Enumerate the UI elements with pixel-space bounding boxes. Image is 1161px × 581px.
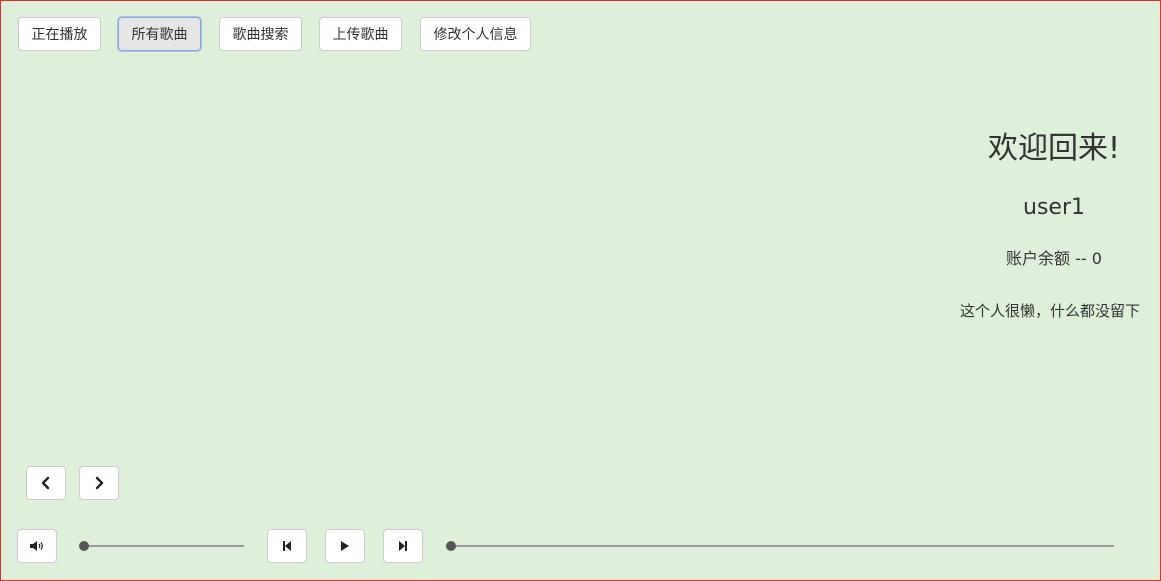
skip-next-icon: [399, 541, 407, 551]
play-button[interactable]: [325, 529, 365, 563]
skip-previous-icon: [283, 541, 291, 551]
volume-icon: [30, 541, 43, 551]
welcome-heading: 欢迎回来!: [987, 131, 1121, 166]
previous-track-button[interactable]: [267, 529, 307, 563]
volume-slider[interactable]: [79, 541, 244, 551]
page-prev-button[interactable]: [26, 466, 66, 500]
nav-song-search-button[interactable]: 歌曲搜索: [219, 17, 302, 51]
page-next-button[interactable]: [79, 466, 119, 500]
chevron-left-icon: [41, 476, 50, 490]
app-window: 正在播放 所有歌曲 歌曲搜索 上传歌曲 修改个人信息 欢迎回来! user1 账…: [0, 0, 1161, 581]
progress-slider[interactable]: [446, 541, 1114, 551]
nav-upload-song-button[interactable]: 上传歌曲: [319, 17, 402, 51]
next-track-button[interactable]: [383, 529, 423, 563]
progress-slider-thumb[interactable]: [446, 541, 456, 551]
play-icon: [341, 541, 349, 551]
account-balance: 账户余额 -- 0: [1006, 249, 1102, 268]
nav-edit-profile-button[interactable]: 修改个人信息: [420, 17, 531, 51]
nav-all-songs-button[interactable]: 所有歌曲: [118, 17, 201, 51]
nav-now-playing-button[interactable]: 正在播放: [18, 17, 101, 51]
volume-button[interactable]: [17, 529, 57, 563]
user-bio: 这个人很懒，什么都没留下: [959, 302, 1140, 320]
chevron-right-icon: [95, 476, 104, 490]
volume-slider-thumb[interactable]: [79, 541, 89, 551]
username: user1: [1023, 195, 1085, 220]
